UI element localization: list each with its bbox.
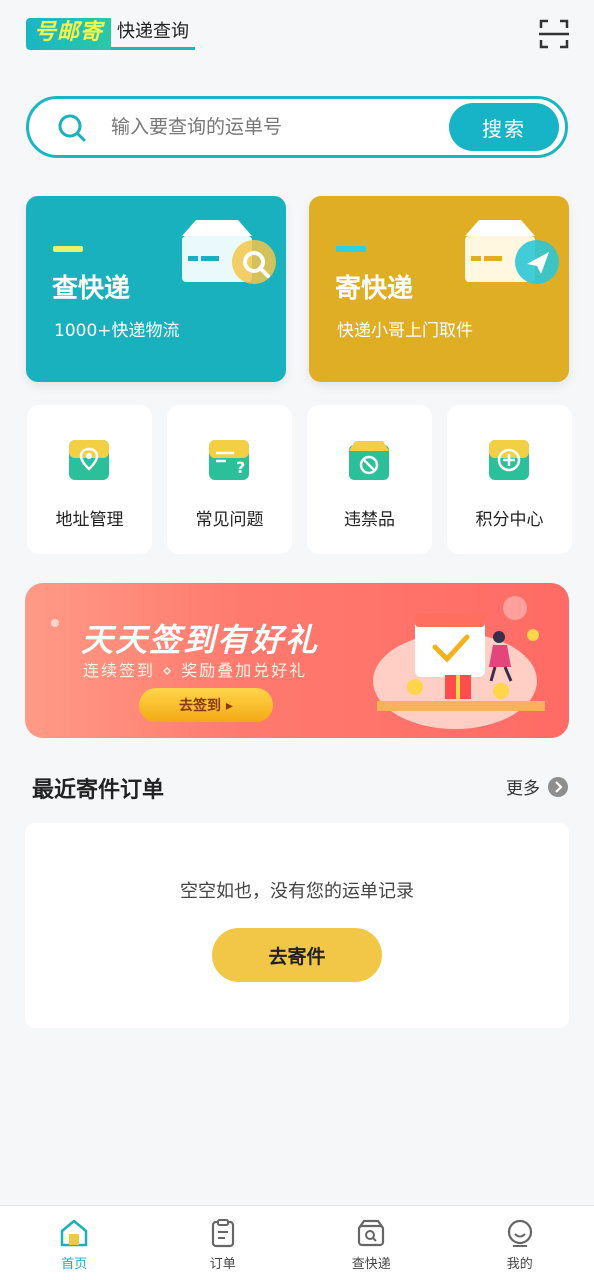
points-icon — [489, 440, 529, 480]
checkin-button[interactable]: 去签到 ▸ — [139, 688, 273, 722]
quick-link-label: 地址管理 — [55, 510, 124, 530]
card-subtitle: 快递小哥上门取件 — [337, 321, 473, 341]
card-subtitle: 1000+快递物流 — [54, 321, 180, 341]
question-icon: ? — [209, 440, 249, 480]
chevron-right-icon — [548, 776, 568, 797]
tab-profile[interactable]: 我的 — [446, 1206, 594, 1280]
tab-label: 订单 — [209, 1257, 236, 1272]
send-express-card[interactable]: 寄快递 快递小哥上门取件 — [309, 196, 569, 382]
empty-state-text: 空空如也，没有您的运单记录 — [180, 881, 414, 902]
logo-subtitle: 快递查询 — [111, 18, 196, 50]
search-button[interactable]: 搜索 — [449, 103, 559, 151]
tracking-number-input[interactable] — [111, 109, 441, 145]
tab-label: 查快递 — [351, 1257, 391, 1272]
recent-orders-title: 最近寄件订单 — [32, 778, 165, 803]
svg-text:?: ? — [236, 458, 245, 477]
track-icon — [358, 1219, 385, 1247]
quick-link-prohibited[interactable]: 违禁品 — [307, 405, 432, 554]
card-title: 查快递 — [52, 274, 131, 304]
prohibited-icon — [349, 441, 389, 480]
search-bar: 搜索 — [26, 96, 568, 158]
profile-icon — [507, 1219, 532, 1247]
app-header: 号邮寄 快递查询 — [0, 0, 594, 80]
search-icon — [58, 114, 86, 142]
quick-link-address[interactable]: 地址管理 — [27, 405, 152, 554]
package-search-icon — [182, 220, 276, 284]
order-icon — [211, 1219, 234, 1248]
checkin-banner[interactable]: 天天签到有好礼 连续签到 ⋄ 奖励叠加兑好礼 去签到 ▸ — [25, 583, 569, 738]
tab-home[interactable]: 首页 — [0, 1206, 149, 1280]
card-accent-bar — [53, 246, 83, 252]
query-express-card[interactable]: 查快递 1000+快递物流 — [26, 196, 286, 382]
go-send-button[interactable]: 去寄件 — [212, 928, 382, 982]
tab-label: 我的 — [506, 1257, 533, 1272]
bottom-tab-bar: 首页 订单 查快递 我的 — [0, 1205, 594, 1280]
tab-track[interactable]: 查快递 — [297, 1206, 446, 1280]
home-icon — [61, 1219, 88, 1247]
card-accent-bar — [336, 246, 366, 252]
scan-icon[interactable] — [538, 18, 570, 50]
location-icon — [69, 440, 109, 480]
tab-label: 首页 — [61, 1257, 88, 1272]
tab-orders[interactable]: 订单 — [149, 1206, 298, 1280]
quick-link-faq[interactable]: ? 常见问题 — [167, 405, 292, 554]
quick-link-label: 积分中心 — [475, 510, 544, 530]
package-send-icon — [465, 220, 559, 284]
quick-link-label: 常见问题 — [195, 510, 264, 530]
logo-mark: 号邮寄 — [26, 18, 112, 50]
app-logo: 号邮寄 快递查询 — [26, 18, 196, 50]
more-label: 更多 — [506, 779, 540, 799]
recent-orders-card: 空空如也，没有您的运单记录 去寄件 — [25, 823, 569, 1028]
quick-link-label: 违禁品 — [344, 510, 395, 530]
more-link[interactable]: 更多 — [506, 774, 568, 799]
banner-subtitle: 连续签到 ⋄ 奖励叠加兑好礼 — [83, 661, 308, 680]
card-title: 寄快递 — [335, 274, 414, 304]
banner-title: 天天签到有好礼 — [81, 621, 320, 659]
quick-link-points[interactable]: 积分中心 — [447, 405, 572, 554]
